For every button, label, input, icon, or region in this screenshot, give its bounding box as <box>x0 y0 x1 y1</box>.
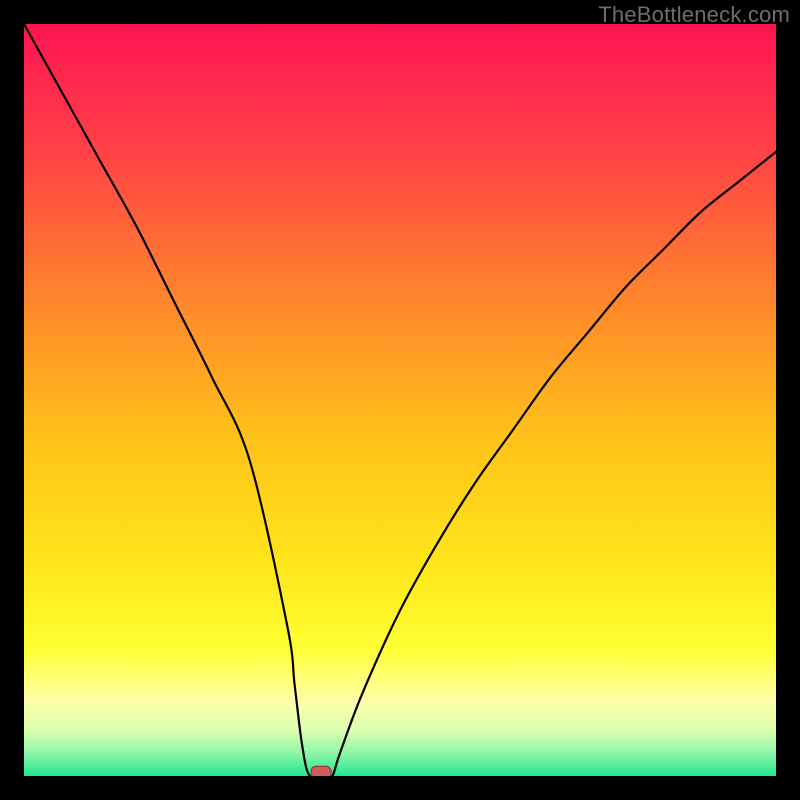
chart-frame: TheBottleneck.com <box>0 0 800 800</box>
gradient-bg <box>24 24 776 776</box>
chart-svg <box>24 24 776 776</box>
watermark-text: TheBottleneck.com <box>598 2 790 28</box>
plot-area <box>24 24 776 776</box>
optimum-marker <box>311 766 331 776</box>
